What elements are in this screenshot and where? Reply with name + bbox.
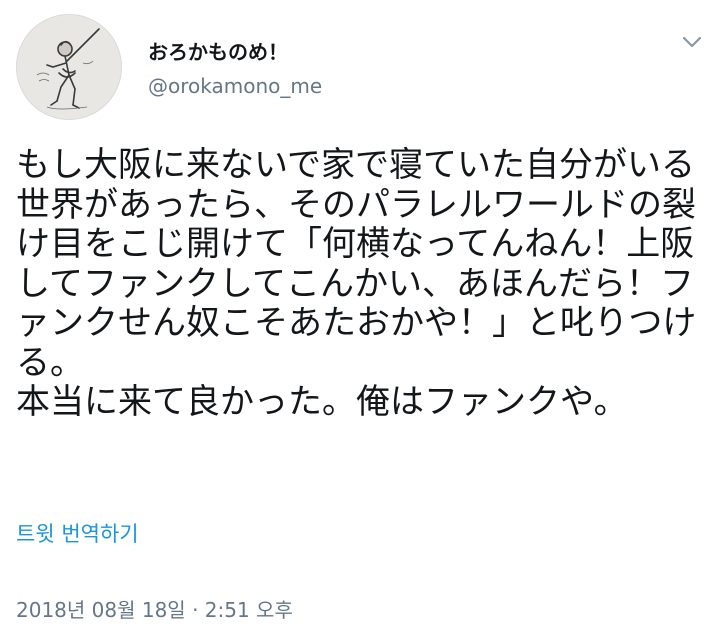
tweet-text: もし大阪に来ないで家で寝ていた自分がいる世界があったら、そのパラレルワールドの裂… [16, 145, 697, 422]
display-name[interactable]: おろかものめ！ [148, 36, 288, 65]
tweet-header: おろかものめ！ @orokamono_me [12, 10, 708, 120]
avatar[interactable] [16, 14, 122, 120]
user-handle[interactable]: @orokamono_me [148, 74, 322, 98]
tweet-timestamp[interactable]: 2018년 08월 18일 · 2:51 오후 [16, 594, 293, 623]
avatar-sketch-figure-icon [17, 15, 121, 119]
translate-tweet-link[interactable]: 트윗 번역하기 [16, 518, 139, 548]
chevron-down-icon[interactable] [680, 30, 704, 54]
